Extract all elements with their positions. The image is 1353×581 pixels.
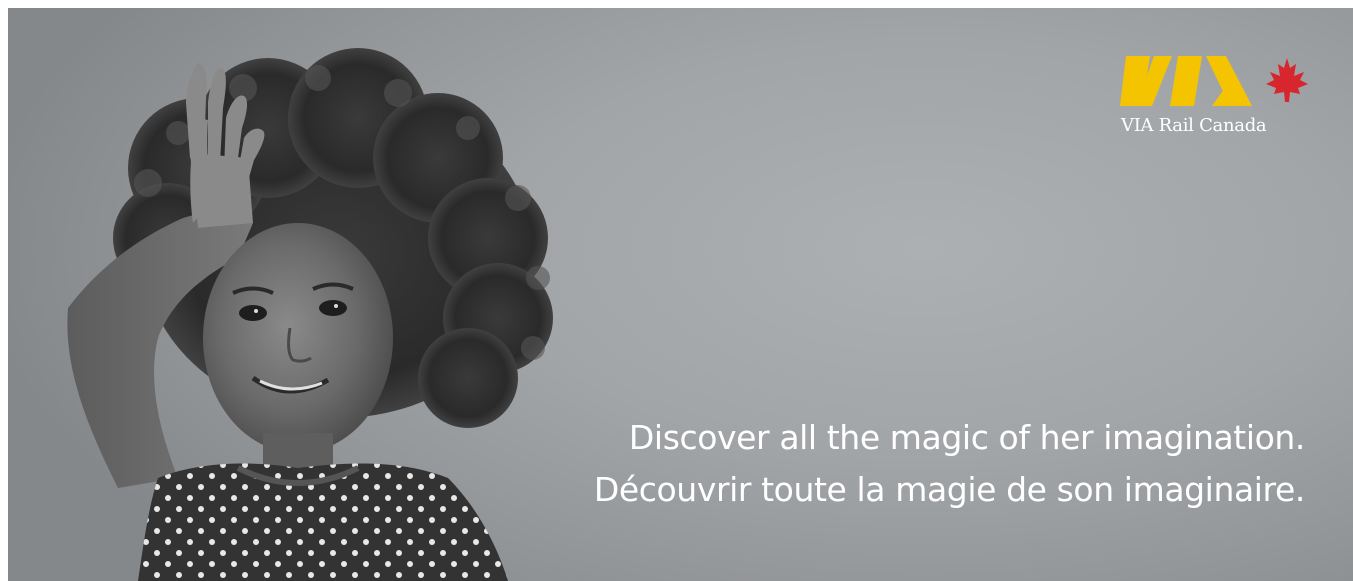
ad-banner: VIA Rail Canada Discover all the magic o… (8, 8, 1353, 581)
girl-waving-photo (67, 48, 553, 581)
tagline-french: Découvrir toute la magie de son imaginai… (593, 470, 1306, 509)
logo-wordmark: VIA Rail Canada (1121, 115, 1267, 136)
tagline-english: Discover all the magic of her imaginatio… (628, 418, 1305, 457)
maple-leaf-icon (1266, 58, 1308, 102)
